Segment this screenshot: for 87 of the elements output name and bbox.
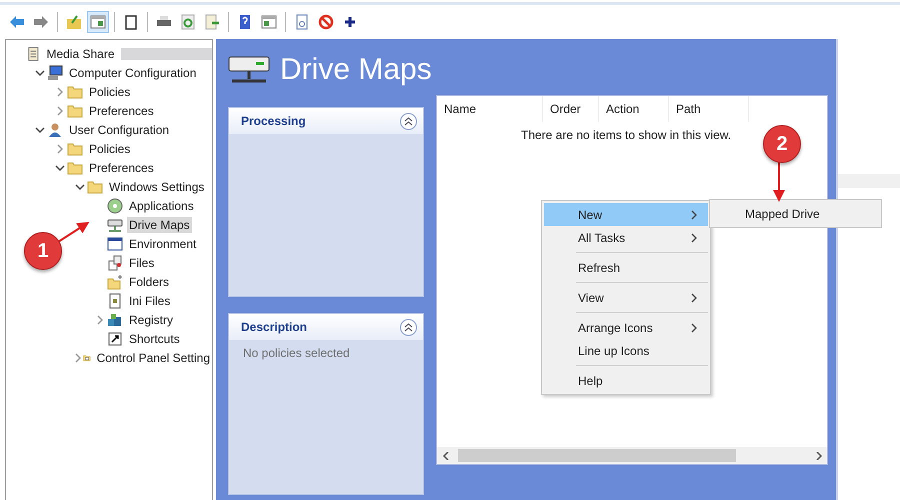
scroll-thumb[interactable]: [458, 449, 736, 462]
tree-item[interactable]: Policies: [87, 140, 132, 156]
disc-icon: [107, 198, 123, 214]
panel-title: Processing: [241, 114, 306, 128]
computer-icon: [47, 64, 63, 80]
folder-icon: [67, 140, 83, 156]
chevron-down-icon[interactable]: [75, 182, 85, 192]
background-strip: [838, 174, 900, 188]
chevron-right-icon: [691, 210, 698, 220]
menu-item[interactable]: Help: [544, 369, 708, 392]
network-drive-icon: [107, 216, 123, 232]
tree-item[interactable]: Files: [127, 254, 156, 270]
refresh-icon: [180, 14, 196, 30]
chevron-down-icon[interactable]: [35, 68, 45, 78]
tree-item[interactable]: Control Panel Setting: [94, 350, 212, 366]
tree-item[interactable]: Policies: [87, 84, 132, 100]
tree-item[interactable]: Preferences: [87, 160, 156, 176]
double-chevron-up-icon: [404, 322, 413, 332]
folder-icon: [67, 160, 83, 176]
menu-item[interactable]: Refresh: [544, 256, 708, 279]
scroll-icon: [26, 46, 40, 62]
empty-message: There are no items to show in this view.: [521, 128, 732, 142]
chevron-right-icon: [691, 232, 698, 242]
menu-item[interactable]: All Tasks: [544, 226, 708, 249]
clipboard-icon: [123, 14, 139, 30]
menu-item[interactable]: New: [544, 203, 708, 226]
tree-item[interactable]: Applications: [127, 198, 196, 214]
pane-icon: [90, 14, 106, 30]
tree-item[interactable]: Media Share: [44, 46, 116, 62]
network-drive-icon: [228, 55, 270, 85]
panel-text: No policies selected: [242, 345, 351, 360]
menu-item[interactable]: View: [544, 286, 708, 309]
folder-icon: [87, 178, 103, 194]
environment-icon: [107, 236, 123, 252]
horizontal-scrollbar[interactable]: [437, 447, 827, 464]
registry-icon: [107, 312, 123, 328]
chevron-right-icon[interactable]: [55, 86, 65, 96]
chevron-right-icon: [814, 452, 822, 460]
tree-item[interactable]: Drive Maps: [127, 216, 192, 232]
forward-arrow-icon: [33, 14, 49, 30]
folder-icon: [67, 102, 83, 118]
chevron-right-icon[interactable]: [95, 314, 105, 324]
folder-icon: [107, 274, 123, 290]
folder-icon: [67, 84, 83, 100]
chevron-right-icon: [691, 292, 698, 302]
chevron-right-icon[interactable]: [73, 352, 83, 362]
chevron-down-icon[interactable]: [55, 162, 65, 172]
export-icon: [204, 14, 220, 30]
help-icon: [237, 14, 253, 30]
menu-item[interactable]: Mapped Drive: [710, 206, 820, 220]
tree-item[interactable]: Folders: [127, 274, 172, 290]
tree-item[interactable]: Ini Files: [127, 292, 172, 308]
column-header[interactable]: Path: [669, 96, 749, 122]
collapse-button[interactable]: [400, 112, 417, 130]
back-arrow-icon: [9, 14, 25, 30]
chevron-right-icon[interactable]: [55, 144, 65, 154]
chevron-right-icon[interactable]: [55, 106, 65, 116]
collapse-button[interactable]: [400, 318, 417, 336]
tree-item[interactable]: Computer Configuration: [67, 64, 198, 80]
plus-icon: [342, 14, 358, 30]
menu-item[interactable]: Line up Icons: [544, 339, 708, 362]
folder-up-icon: [66, 14, 82, 30]
tree-item[interactable]: Preferences: [87, 102, 156, 118]
ini-file-icon: [107, 292, 123, 308]
column-header[interactable]: Name: [437, 96, 543, 122]
tree-item[interactable]: Environment: [127, 236, 198, 252]
double-chevron-up-icon: [404, 116, 413, 126]
tree-item[interactable]: Shortcuts: [127, 330, 182, 346]
menu-item[interactable]: Arrange Icons: [544, 316, 708, 339]
panel-title: Description: [241, 320, 308, 334]
tree-item[interactable]: User Configuration: [67, 122, 172, 138]
chevron-down-icon[interactable]: [35, 124, 45, 134]
annotation-arrow: [57, 222, 90, 243]
files-icon: [107, 254, 123, 270]
pane-icon: [261, 14, 277, 30]
page-title: Drive Maps: [280, 53, 432, 87]
user-icon: [47, 122, 63, 138]
tree-item[interactable]: Registry: [127, 312, 176, 328]
column-header[interactable]: Order: [543, 96, 599, 122]
tree-item[interactable]: Windows Settings: [107, 178, 206, 194]
chevron-right-icon: [691, 322, 698, 332]
stop-icon: [318, 14, 334, 30]
document-icon: [294, 14, 310, 30]
shortcut-icon: [107, 330, 123, 346]
chevron-left-icon: [442, 452, 450, 460]
annotation-arrow: [773, 160, 785, 202]
column-header[interactable]: Action: [599, 96, 669, 122]
